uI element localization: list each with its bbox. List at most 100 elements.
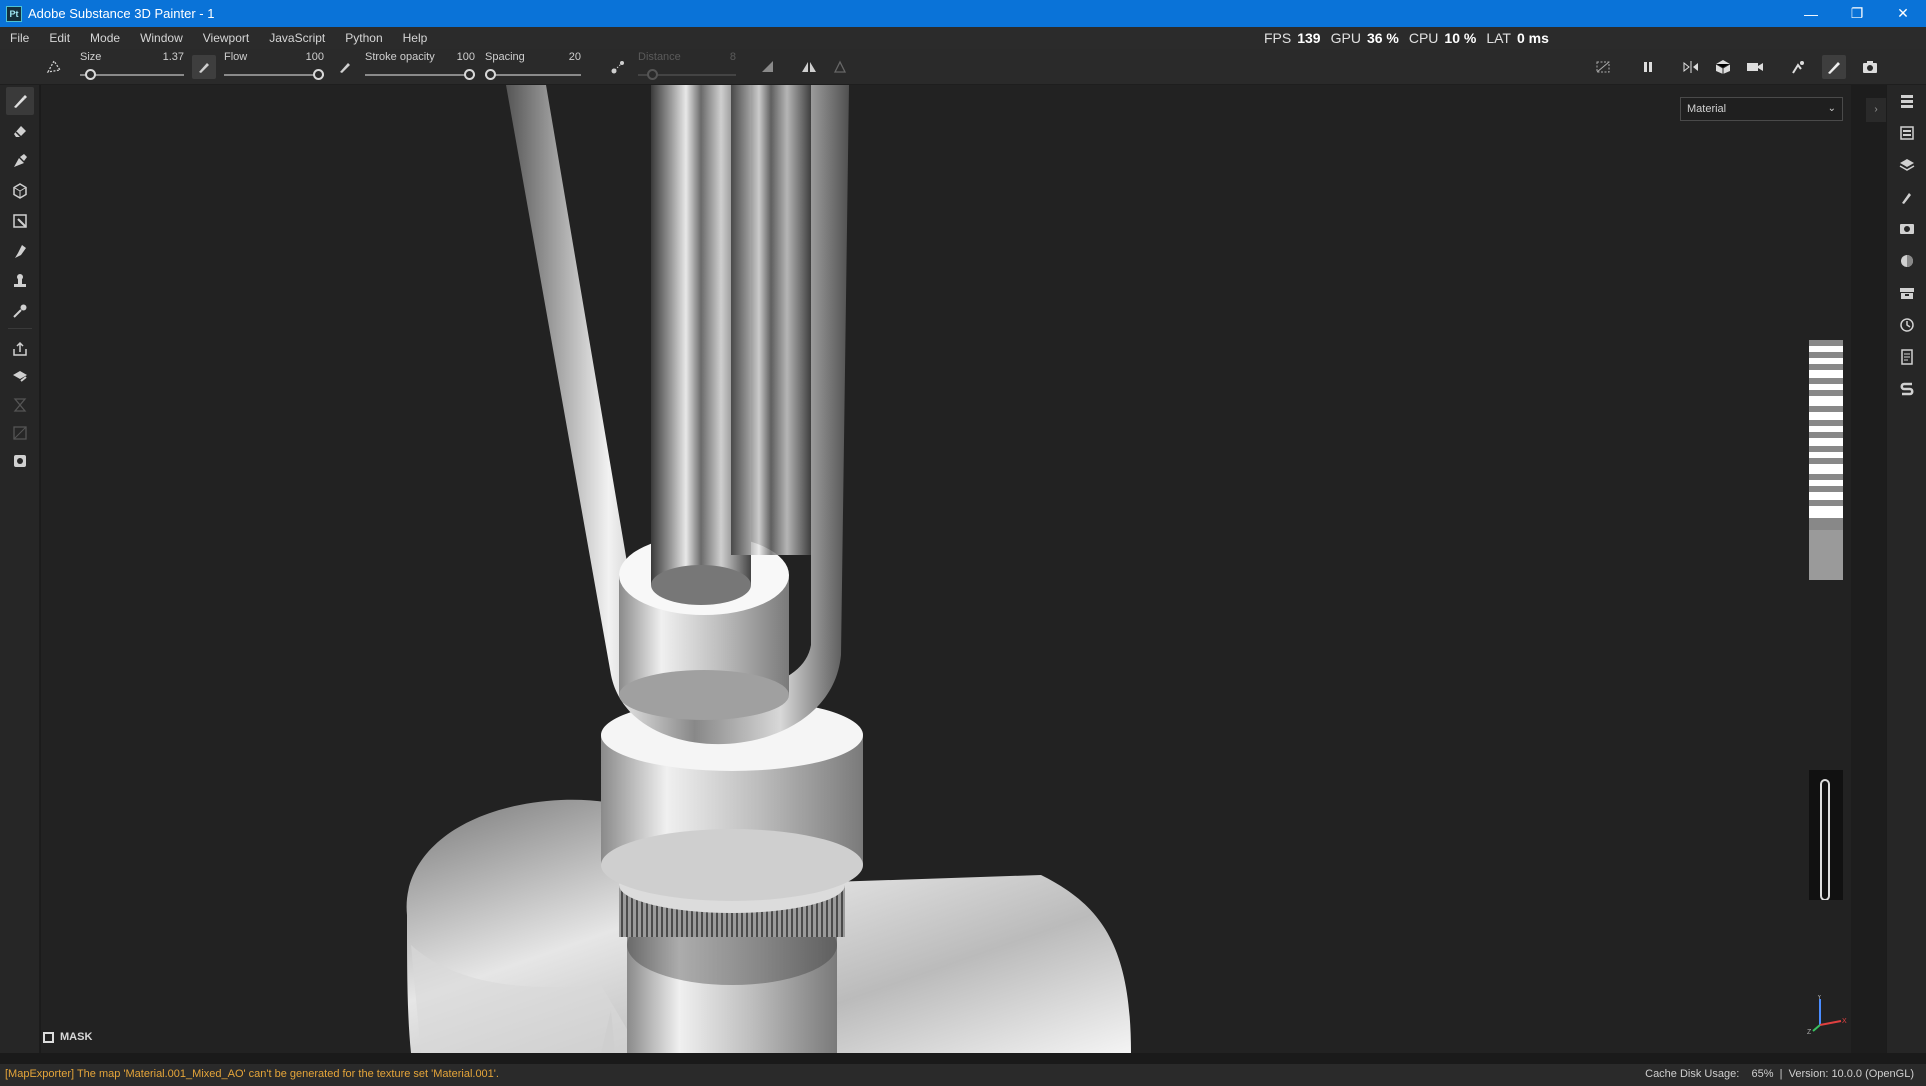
gizmo-axis-y: Y (1817, 995, 1822, 1001)
layers-stack-icon[interactable] (1893, 87, 1921, 115)
size-slider[interactable]: Size 1.37 (80, 49, 184, 85)
viewport-channel-value: Material (1687, 103, 1727, 115)
viewport-channel-select[interactable]: Material ⌄ (1680, 97, 1843, 121)
distance-slider: Distance 8 (638, 49, 736, 85)
substance-source-icon[interactable] (1893, 375, 1921, 403)
tool-settings-icon[interactable] (6, 447, 34, 475)
stroke-opacity-handle[interactable] (464, 69, 475, 80)
anchor-tool-icon (6, 391, 34, 419)
distance-handle (647, 69, 658, 80)
polygon-fill-tool-icon[interactable] (6, 207, 34, 235)
menu-bar: File Edit Mode Window Viewport JavaScrip… (0, 27, 1926, 49)
camera-settings-icon[interactable] (1743, 55, 1767, 79)
eraser-tool-icon[interactable] (6, 117, 34, 145)
display-settings-icon[interactable] (1893, 215, 1921, 243)
smudge-tool-icon[interactable] (6, 237, 34, 265)
alignment-icon[interactable] (756, 55, 780, 79)
color-picker-tool-icon[interactable] (6, 297, 34, 325)
menu-python[interactable]: Python (335, 27, 392, 49)
upper-collar-bottom (601, 829, 863, 901)
performance-readout: FPS 139 GPU 36 % CPU 10 % LAT 0 ms (1264, 27, 1553, 49)
symmetry-settings-icon (828, 55, 852, 79)
status-separator (0, 1053, 1926, 1063)
flow-value[interactable]: 100 (306, 51, 324, 63)
size-handle[interactable] (85, 69, 96, 80)
menu-window[interactable]: Window (130, 27, 193, 49)
lat-value: 0 ms (1516, 30, 1549, 46)
paint-mode-icon[interactable] (1822, 55, 1846, 79)
flow-pen-pressure-icon[interactable] (192, 55, 216, 79)
spacing-handle[interactable] (485, 69, 496, 80)
close-icon[interactable]: ✕ (1880, 0, 1926, 27)
brush-alpha-icon[interactable] (42, 55, 66, 79)
split-view-icon[interactable] (1679, 55, 1703, 79)
spacing-slider[interactable]: Spacing 20 (485, 49, 581, 85)
rear-shaft (731, 85, 811, 555)
texture-preview-strip (1809, 340, 1843, 900)
center-bushing-bottom (619, 670, 789, 720)
clone-tool-icon[interactable] (6, 267, 34, 295)
pause-render-icon[interactable] (1636, 55, 1660, 79)
menu-viewport[interactable]: Viewport (193, 27, 259, 49)
cpu-value: 10 % (1444, 30, 1477, 46)
menu-file[interactable]: File (0, 27, 39, 49)
mask-checkbox[interactable] (43, 1031, 54, 1043)
mask-toggle[interactable]: MASK (43, 1031, 92, 1043)
distance-label: Distance (638, 51, 681, 63)
3d-view-cube-icon[interactable] (1711, 55, 1735, 79)
center-shaft-end (651, 565, 751, 605)
size-value[interactable]: 1.37 (163, 51, 184, 63)
restore-icon[interactable]: ❐ (1834, 0, 1880, 27)
symmetry-icon[interactable] (797, 55, 821, 79)
bake-export-tool-icon[interactable] (6, 335, 34, 363)
geometry-fill-tool-icon[interactable] (6, 177, 34, 205)
flow-slider[interactable]: Flow 100 (224, 49, 324, 85)
window-title: Adobe Substance 3D Painter - 1 (28, 6, 215, 21)
lat-label: LAT (1486, 30, 1511, 46)
app-logo-icon: Pt (6, 5, 22, 22)
chevron-down-icon: ⌄ (1827, 103, 1836, 114)
status-right-info: Cache Disk Usage: 65% | Version: 10.0.0 … (1645, 1068, 1914, 1080)
assets-shelf-icon[interactable] (1893, 279, 1921, 307)
menu-help[interactable]: Help (393, 27, 438, 49)
axis-gizmo: Y X Z (1807, 995, 1847, 1035)
dock-strip (1851, 85, 1886, 1053)
tool-separator (8, 328, 32, 329)
status-warning-message[interactable]: [MapExporter] The map 'Material.001_Mixe… (5, 1068, 499, 1080)
shader-settings-icon[interactable] (1893, 247, 1921, 275)
projection-tool-icon[interactable] (6, 147, 34, 175)
minimize-icon[interactable]: — (1788, 0, 1834, 27)
hide-ui-icon[interactable] (1591, 55, 1615, 79)
layers-icon[interactable] (1893, 151, 1921, 179)
stroke-opacity-value[interactable]: 100 (457, 51, 475, 63)
stroke-opacity-slider[interactable]: Stroke opacity 100 (365, 49, 475, 85)
spacing-label: Spacing (485, 51, 525, 63)
window-controls: — ❐ ✕ (1788, 0, 1926, 27)
title-bar: Pt Adobe Substance 3D Painter - 1 — ❐ ✕ (0, 0, 1926, 27)
stroke-opacity-label: Stroke opacity (365, 51, 435, 63)
environment-light-icon[interactable] (1786, 55, 1810, 79)
texture-set-list-icon[interactable] (1893, 119, 1921, 147)
menu-edit[interactable]: Edit (39, 27, 80, 49)
material-picker-tool-icon[interactable] (6, 363, 34, 391)
menu-javascript[interactable]: JavaScript (259, 27, 335, 49)
history-icon[interactable] (1893, 311, 1921, 339)
3d-viewport[interactable]: Material ⌄ MASK Y X Z (41, 85, 1851, 1053)
properties-brush-icon[interactable] (1893, 183, 1921, 211)
log-icon[interactable] (1893, 343, 1921, 371)
stroke-opacity-pen-pressure-icon[interactable] (333, 55, 357, 79)
status-bar: [MapExporter] The map 'Material.001_Mixe… (0, 1063, 1926, 1086)
menu-mode[interactable]: Mode (80, 27, 130, 49)
paint-tool-icon[interactable] (6, 87, 34, 115)
3d-model-render[interactable] (41, 85, 1851, 1053)
collapse-panel-icon[interactable]: › (1866, 98, 1886, 122)
screenshot-camera-icon[interactable] (1858, 55, 1882, 79)
flow-handle[interactable] (313, 69, 324, 80)
mask-label: MASK (60, 1031, 93, 1043)
uv-tool-icon (6, 419, 34, 447)
gpu-value: 36 % (1366, 30, 1399, 46)
spacing-track (485, 74, 581, 76)
flow-track (224, 74, 324, 76)
spacing-value[interactable]: 20 (569, 51, 581, 63)
lazy-mouse-icon[interactable] (606, 55, 630, 79)
